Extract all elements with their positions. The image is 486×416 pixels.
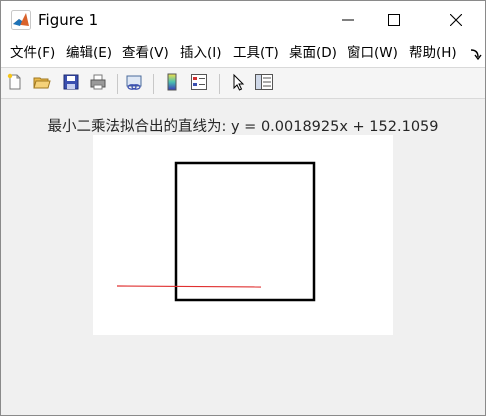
menu-edit[interactable]: 编辑(E) (66, 44, 112, 62)
property-editor-icon (254, 73, 274, 95)
save-button[interactable] (60, 73, 82, 95)
close-icon (449, 11, 463, 30)
menu-file[interactable]: 文件(F) (10, 44, 55, 62)
plot-drawing (116, 161, 316, 302)
menu-tools[interactable]: 工具(T) (233, 44, 279, 62)
minimize-icon (342, 11, 354, 30)
plot-title: 最小二乘法拟合出的直线为: y = 0.0018925x + 152.1059 (47, 119, 439, 135)
colorbar-button[interactable] (161, 73, 183, 95)
menu-window[interactable]: 窗口(W) (347, 44, 398, 62)
pointer-button[interactable] (227, 73, 249, 95)
toolbar-separator (153, 74, 154, 94)
fit-line (116, 285, 262, 288)
figure-content: 最小二乘法拟合出的直线为: y = 0.0018925x + 152.1059 (1, 99, 485, 415)
square-shape (174, 161, 316, 302)
open-folder-icon (33, 73, 51, 95)
menu-bar: 文件(F) 编辑(E) 查看(V) 插入(I) 工具(T) 桌面(D) 窗口(W… (1, 39, 485, 67)
title-bar[interactable]: Figure 1 (1, 1, 485, 39)
save-icon (62, 73, 80, 95)
maximize-button[interactable] (371, 1, 417, 39)
print-button[interactable] (87, 73, 109, 95)
toolbar-separator (117, 74, 118, 94)
menu-insert[interactable]: 插入(I) (180, 44, 222, 62)
plot-canvas[interactable] (93, 135, 393, 335)
legend-icon (190, 73, 208, 95)
menu-desktop[interactable]: 桌面(D) (289, 44, 337, 62)
property-editor-button[interactable] (253, 73, 275, 95)
legend-button[interactable] (188, 73, 210, 95)
toolbar-separator (219, 74, 220, 94)
menu-overflow-arrow-icon[interactable] (469, 46, 483, 61)
toolbar (1, 67, 485, 99)
matlab-logo-icon (11, 10, 31, 30)
link-plot-button[interactable] (123, 73, 145, 95)
window-title: Figure 1 (38, 11, 99, 29)
pointer-icon (229, 73, 247, 95)
colorbar-icon (163, 73, 181, 95)
menu-help[interactable]: 帮助(H) (409, 44, 457, 62)
new-figure-button[interactable] (4, 73, 26, 95)
close-button[interactable] (433, 1, 479, 39)
link-plot-icon (125, 73, 143, 95)
menu-view[interactable]: 查看(V) (122, 44, 169, 62)
open-button[interactable] (31, 73, 53, 95)
maximize-icon (388, 11, 400, 30)
minimize-button[interactable] (325, 1, 371, 39)
print-icon (89, 73, 107, 95)
new-figure-icon (6, 73, 24, 95)
figure-window: Figure 1 文件(F) 编辑(E) 查看(V) 插入(I) 工具(T) 桌… (0, 0, 486, 416)
